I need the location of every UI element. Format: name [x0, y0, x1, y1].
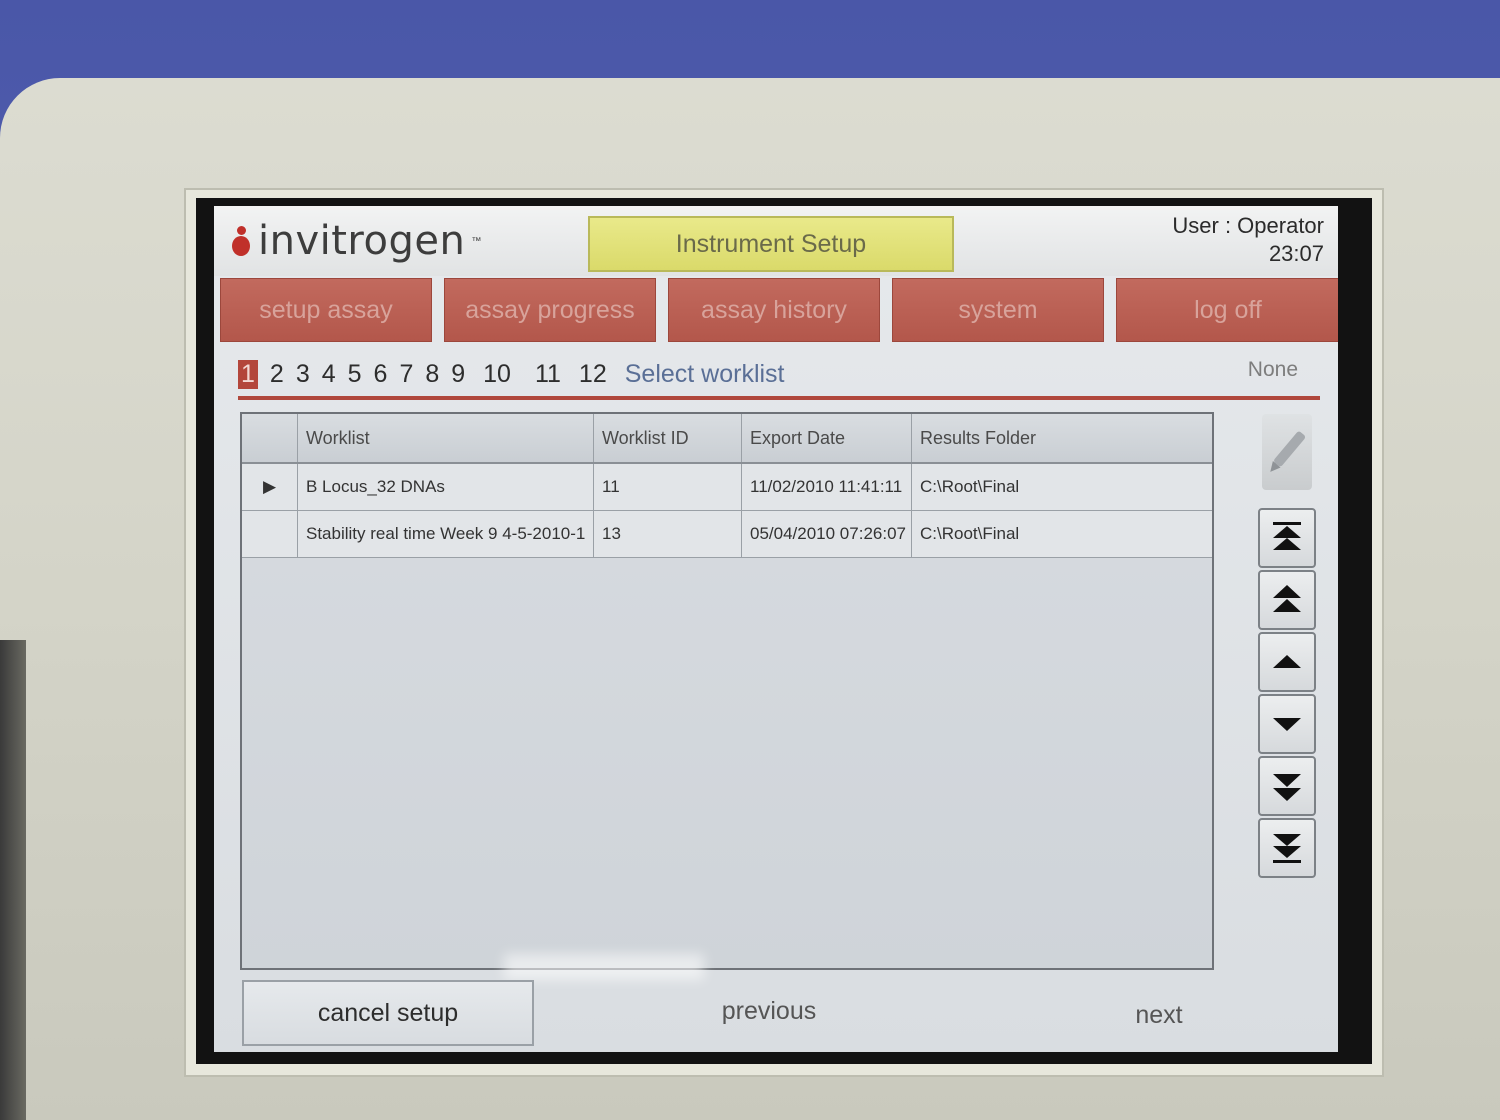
row-indicator-icon	[242, 511, 298, 557]
step-6[interactable]: 6	[368, 360, 394, 389]
screen-title-text: Instrument Setup	[675, 229, 867, 258]
cancel-setup-button[interactable]: cancel setup	[242, 980, 534, 1046]
wizard-steps: 1 2 3 4 5 6 7 8 9 10 11 12 Select workli…	[238, 356, 785, 392]
screen-title: Instrument Setup	[588, 216, 954, 272]
page-up-button[interactable]	[1258, 570, 1316, 630]
cell-worklist: B Locus_32 DNAs	[298, 464, 594, 510]
page-up-icon	[1273, 585, 1301, 612]
user-label: User : Operator	[1172, 213, 1324, 238]
pencil-icon	[1270, 431, 1306, 472]
tab-assay-history[interactable]: assay history	[668, 278, 880, 342]
selection-status: None	[1247, 358, 1298, 381]
tab-label: assay history	[701, 295, 847, 324]
col-worklist[interactable]: Worklist	[298, 414, 594, 462]
touch-screen: invitrogen ™ Instrument Setup User : Ope…	[214, 206, 1338, 1052]
step-1[interactable]: 1	[238, 359, 258, 389]
trademark: ™	[471, 235, 482, 247]
brand-logo: invitrogen ™	[230, 216, 481, 266]
cell-worklist-id: 11	[594, 464, 742, 510]
step-12[interactable]: 12	[573, 360, 613, 389]
tab-label: log off	[1194, 295, 1262, 324]
header: invitrogen ™ Instrument Setup User : Ope…	[214, 206, 1338, 276]
step-5[interactable]: 5	[342, 360, 368, 389]
cell-worklist-id: 13	[594, 511, 742, 557]
user-info: User : Operator 23:07	[1172, 212, 1324, 268]
tab-label: assay progress	[465, 295, 635, 324]
footer-bar: cancel setup previous next	[214, 976, 1338, 1052]
scroll-bottom-button[interactable]	[1258, 818, 1316, 878]
step-4[interactable]: 4	[316, 360, 342, 389]
line-down-button[interactable]	[1258, 694, 1316, 754]
table-header: Worklist Worklist ID Export Date Results…	[242, 414, 1212, 464]
scroll-top-button[interactable]	[1258, 508, 1316, 568]
row-indicator-icon: ▶	[242, 464, 298, 510]
divider	[238, 396, 1320, 400]
device-edge	[0, 640, 26, 1120]
scroll-top-icon	[1273, 522, 1301, 550]
step-3[interactable]: 3	[290, 360, 316, 389]
next-button[interactable]: next	[1074, 984, 1244, 1046]
invitrogen-mark-icon	[230, 224, 252, 258]
cell-results-folder: C:\Root\Final	[920, 477, 1020, 496]
tab-label: system	[958, 295, 1038, 324]
previous-button[interactable]: previous	[664, 980, 874, 1042]
tab-label: setup assay	[259, 295, 393, 324]
step-9[interactable]: 9	[445, 360, 471, 389]
tab-assay-progress[interactable]: assay progress	[444, 278, 656, 342]
step-10[interactable]: 10	[471, 360, 523, 389]
clock: 23:07	[1268, 241, 1324, 266]
row-header-corner	[242, 414, 298, 462]
step-8[interactable]: 8	[419, 360, 445, 389]
col-export-date[interactable]: Export Date	[742, 414, 912, 462]
table-row[interactable]: ▶ B Locus_32 DNAs 11 11/02/2010 11:41:11…	[242, 464, 1212, 511]
col-worklist-id[interactable]: Worklist ID	[594, 414, 742, 462]
cell-worklist: Stability real time Week 9 4-5-2010-1	[298, 511, 594, 557]
tab-system[interactable]: system	[892, 278, 1104, 342]
tab-log-off[interactable]: log off	[1116, 278, 1338, 342]
col-results-folder[interactable]: Results Folder	[912, 414, 1212, 462]
tab-setup-assay[interactable]: setup assay	[220, 278, 432, 342]
edit-button[interactable]	[1262, 414, 1312, 490]
scroll-bottom-icon	[1273, 834, 1301, 863]
step-2[interactable]: 2	[264, 360, 290, 389]
page-down-icon	[1273, 774, 1301, 801]
cell-results-folder: C:\Root\Final	[920, 524, 1020, 543]
page-down-button[interactable]	[1258, 756, 1316, 816]
step-7[interactable]: 7	[393, 360, 419, 389]
cell-export-date: 05/04/2010 07:26:07	[742, 511, 912, 557]
line-up-icon	[1273, 655, 1301, 668]
line-up-button[interactable]	[1258, 632, 1316, 692]
line-down-icon	[1273, 718, 1301, 731]
brand-name: invitrogen	[258, 218, 466, 264]
cell-export-date: 11/02/2010 11:41:11	[742, 464, 912, 510]
step-title: Select worklist	[624, 359, 785, 388]
table-row[interactable]: Stability real time Week 9 4-5-2010-1 13…	[242, 511, 1212, 558]
step-11[interactable]: 11	[523, 360, 573, 389]
worklist-table: Worklist Worklist ID Export Date Results…	[240, 412, 1214, 980]
main-nav: setup assay assay progress assay history…	[214, 278, 1338, 344]
